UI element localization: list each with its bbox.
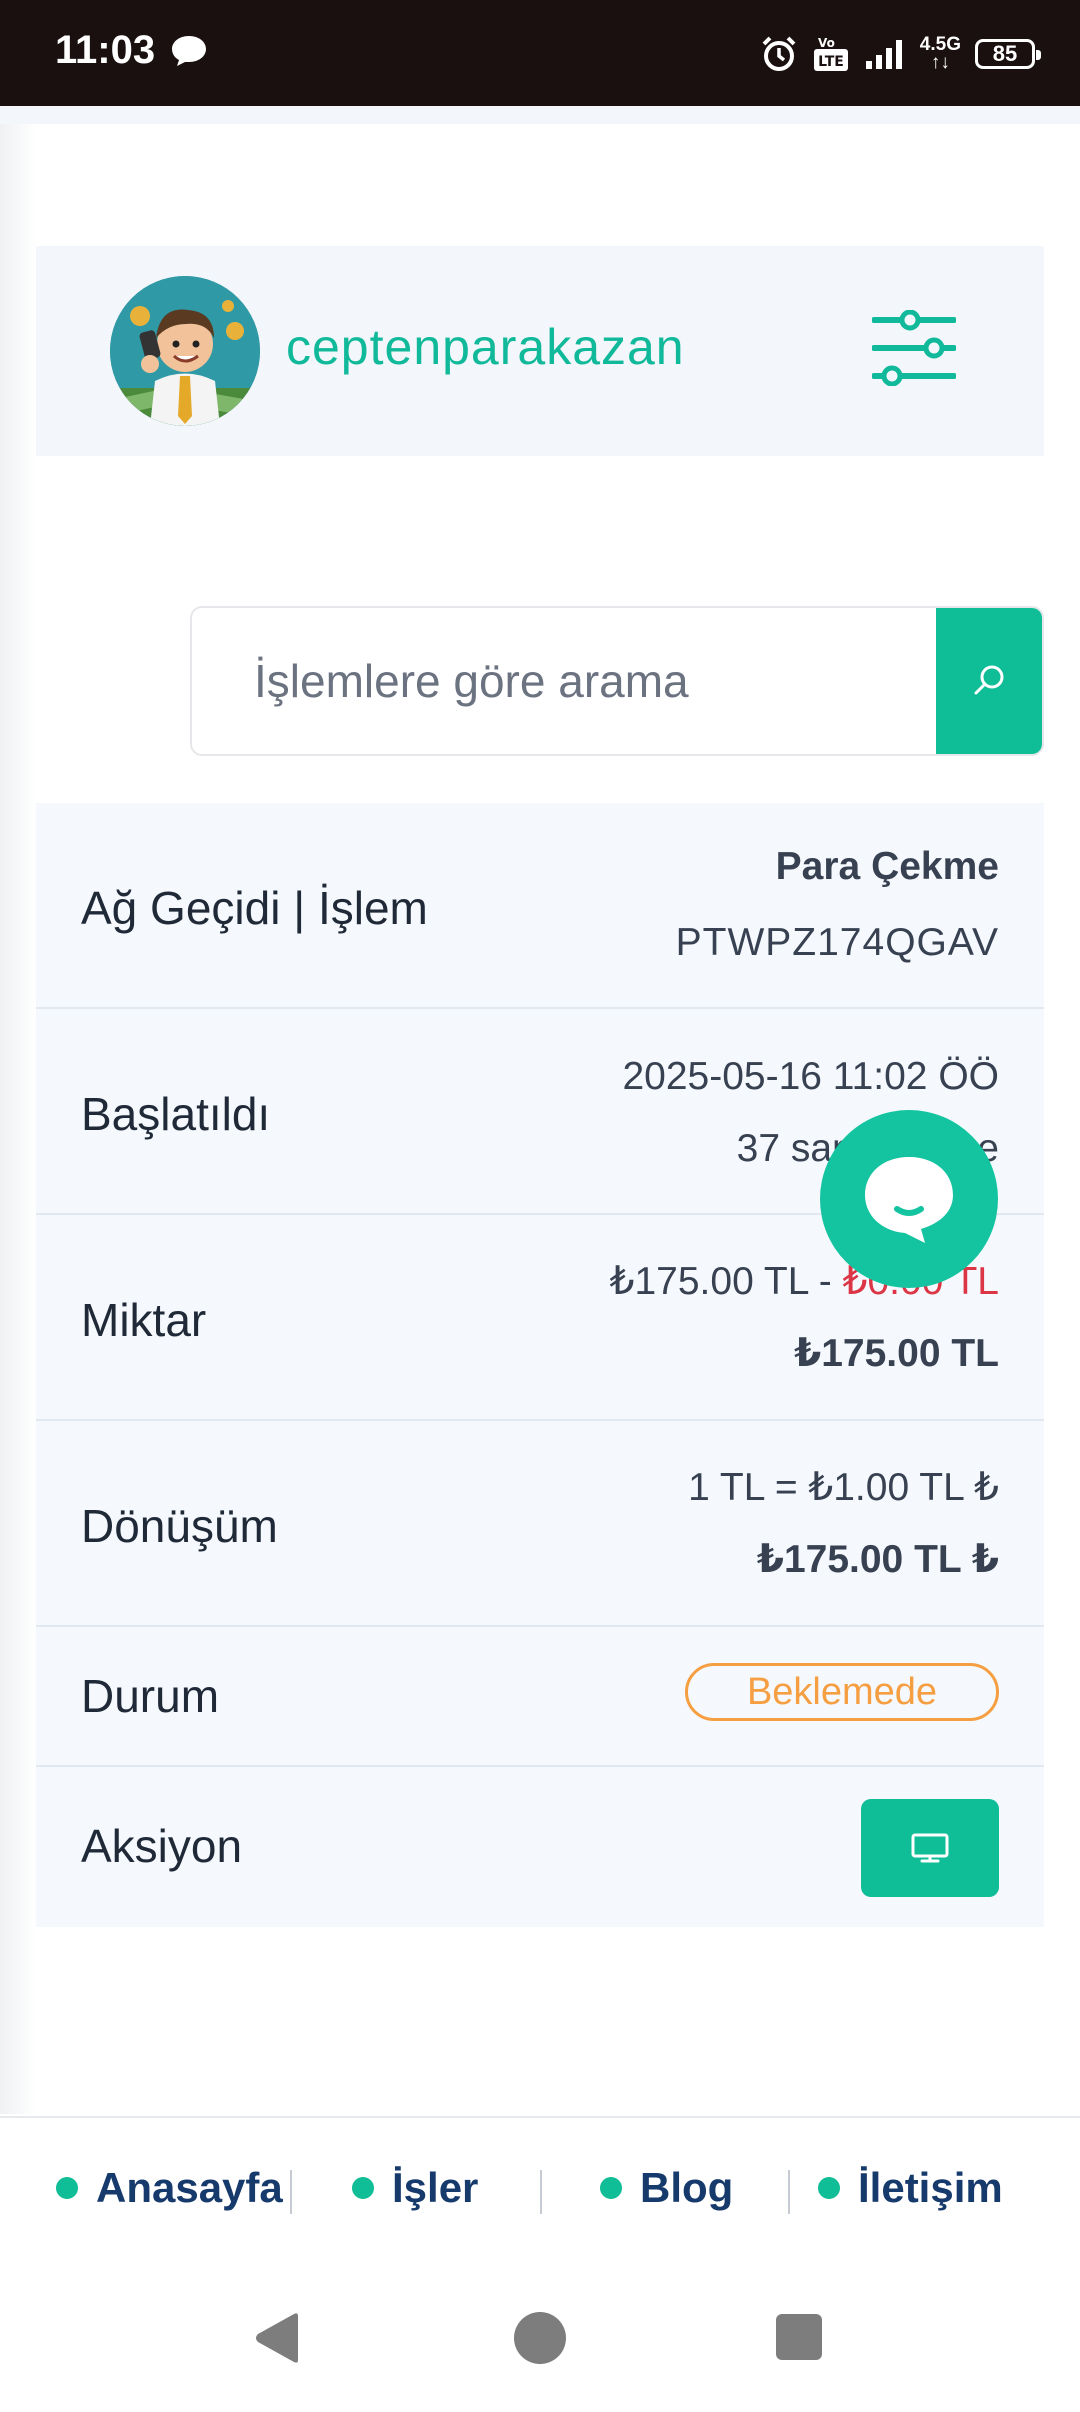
battery-level: 85 xyxy=(992,41,1018,66)
nav-item-contact[interactable]: İletişim xyxy=(818,2164,1003,2212)
recents-icon[interactable] xyxy=(776,2314,822,2360)
bottom-nav: Anasayfa İşler Blog İletişim xyxy=(0,2116,1080,2264)
system-nav-bar xyxy=(0,2264,1080,2412)
top-band xyxy=(0,106,1080,124)
alarm-icon xyxy=(762,36,796,71)
amount-total: ₺175.00 TL xyxy=(794,1332,999,1375)
chat-icon xyxy=(865,1157,953,1243)
started-datetime: 2025-05-16 11:02 ÖÖ xyxy=(622,1055,999,1098)
signal-icon xyxy=(865,40,902,69)
bullet-icon xyxy=(56,2177,78,2199)
monitor-icon xyxy=(911,1833,949,1863)
status-icons: LTE Vo 4.5G ↑↓ 85 xyxy=(760,26,1041,82)
conversion-total: ₺175.00 TL ₺ xyxy=(756,1538,999,1581)
nav-divider xyxy=(540,2170,542,2214)
nav-divider xyxy=(290,2170,292,2214)
home-icon[interactable] xyxy=(514,2312,566,2364)
network-type: 4.5G ↑↓ xyxy=(919,34,961,73)
battery-icon: 85 xyxy=(975,39,1041,69)
avatar[interactable] xyxy=(110,276,260,426)
row-label: Aksiyon xyxy=(81,1820,243,1872)
transaction-table: Ağ Geçidi | İşlem Para Çekme PTWPZ174QGA… xyxy=(36,803,1044,1927)
table-row-conversion: Dönüşüm 1 TL = ₺1.00 TL ₺ ₺175.00 TL ₺ xyxy=(36,1421,1044,1627)
brand-name[interactable]: ceptenparakazan xyxy=(286,318,685,376)
status-bar: 11:03 LTE Vo 4.5G ↑↓ 85 xyxy=(0,0,1080,106)
svg-text:Vo: Vo xyxy=(818,36,835,50)
row-label: Başlatıldı xyxy=(81,1088,271,1140)
gateway-value: Para Çekme xyxy=(775,845,999,888)
nav-item-blog[interactable]: Blog xyxy=(600,2164,733,2212)
volte-icon: LTE Vo xyxy=(813,36,848,71)
search-button[interactable] xyxy=(936,608,1042,754)
status-badge: Beklemede xyxy=(685,1663,999,1721)
svg-text:LTE: LTE xyxy=(818,54,844,70)
nav-item-jobs[interactable]: İşler xyxy=(352,2164,478,2212)
nav-item-home[interactable]: Anasayfa xyxy=(56,2164,283,2212)
site-header: ceptenparakazan xyxy=(36,246,1044,456)
search-icon xyxy=(974,665,1004,695)
back-icon[interactable] xyxy=(252,2312,302,2364)
amount-value: ₺175.00 TL xyxy=(609,1260,808,1303)
status-time: 11:03 xyxy=(55,28,156,72)
chat-button[interactable] xyxy=(820,1110,998,1288)
left-shade xyxy=(0,124,36,2114)
table-row-status: Durum Beklemede xyxy=(36,1627,1044,1767)
nav-label: Blog xyxy=(640,2164,734,2211)
view-details-button[interactable] xyxy=(861,1799,999,1897)
row-label: Ağ Geçidi | İşlem xyxy=(81,882,428,934)
nav-label: İletişim xyxy=(858,2164,1003,2211)
table-row-action: Aksiyon xyxy=(36,1767,1044,1927)
bullet-icon xyxy=(600,2177,622,2199)
search-input[interactable] xyxy=(192,608,938,754)
row-label: Durum xyxy=(81,1670,220,1722)
nav-divider xyxy=(788,2170,790,2214)
nav-label: İşler xyxy=(392,2164,479,2211)
conversion-rate: 1 TL = ₺1.00 TL ₺ xyxy=(688,1466,999,1509)
transaction-id: PTWPZ174QGAV xyxy=(675,921,999,964)
row-label: Miktar xyxy=(81,1294,207,1346)
row-label: Dönüşüm xyxy=(81,1500,278,1552)
chat-bubble-icon xyxy=(172,36,206,66)
bullet-icon xyxy=(352,2177,374,2199)
nav-label: Anasayfa xyxy=(96,2164,283,2211)
amount-separator: - xyxy=(807,1260,843,1303)
sliders-icon[interactable] xyxy=(872,310,956,386)
bullet-icon xyxy=(818,2177,840,2199)
cartoon-businessman-avatar-icon xyxy=(110,276,260,426)
search-bar xyxy=(190,606,1044,756)
table-row-gateway: Ağ Geçidi | İşlem Para Çekme PTWPZ174QGA… xyxy=(36,803,1044,1009)
